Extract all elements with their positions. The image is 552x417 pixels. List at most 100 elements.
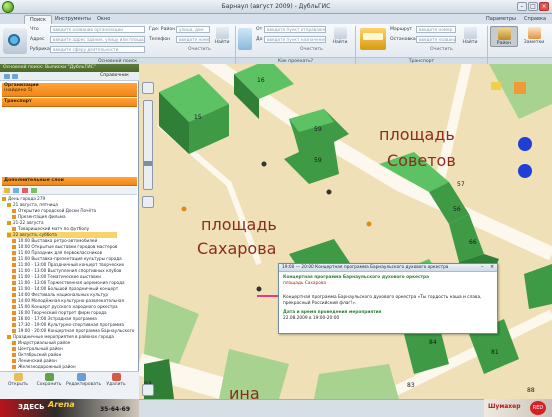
event-icon bbox=[12, 281, 16, 285]
edit-button[interactable]: Редактировать bbox=[66, 373, 101, 387]
ad-banner-right[interactable]: Шумахер RED bbox=[484, 399, 552, 417]
event-popup[interactable]: 19:00 — 20:00 Концертная программа Барна… bbox=[278, 263, 498, 334]
ad-phone: 35-64-69 bbox=[100, 406, 131, 413]
notes-button[interactable]: Заметки bbox=[520, 26, 548, 45]
find-route-button[interactable]: Найти bbox=[330, 26, 350, 45]
forward-icon[interactable] bbox=[12, 74, 18, 79]
addr-input[interactable]: введите адрес здания, улицу или площадь bbox=[50, 36, 145, 43]
popup-close-button[interactable]: × bbox=[490, 265, 496, 270]
group-route: Как проехать? bbox=[236, 57, 355, 64]
tree-item-label: Октябрьский район bbox=[18, 352, 62, 357]
tree-item-label: Ленинский район bbox=[18, 358, 57, 363]
maximize-button[interactable]: □ bbox=[528, 2, 538, 11]
poi-icon[interactable] bbox=[491, 82, 501, 90]
add-icon[interactable] bbox=[13, 188, 19, 193]
open-button[interactable]: Открыть bbox=[3, 373, 33, 387]
folder-icon bbox=[7, 203, 11, 207]
find-transport-button[interactable]: Найти bbox=[460, 26, 480, 45]
close-button[interactable]: × bbox=[539, 2, 549, 11]
remove-icon[interactable] bbox=[22, 188, 28, 193]
layers-tree: День города 279 21 августа, пятница Открыт… bbox=[2, 196, 137, 371]
minimize-button[interactable]: – bbox=[517, 2, 527, 11]
district-input[interactable]: улица, дом bbox=[176, 26, 210, 33]
section-organizations[interactable]: Организации (найдено 5) bbox=[2, 83, 137, 97]
tools-icon[interactable] bbox=[142, 384, 154, 396]
section-extra-layers[interactable]: Дополнительные слои bbox=[2, 177, 137, 186]
clear-transport-button[interactable]: Очистить bbox=[430, 47, 453, 52]
tree-item-label: Центральный район bbox=[18, 346, 63, 351]
folder-icon bbox=[7, 221, 11, 225]
from-label: От bbox=[256, 27, 263, 32]
popup-place[interactable]: площадь Сахарова bbox=[283, 281, 326, 286]
map-canvas[interactable]: 15 16 59 59 57 56 66 84 81 83 93 88 площ… bbox=[139, 64, 552, 399]
ribbon: Что введите название организации Адрес в… bbox=[0, 24, 552, 64]
find-transport-label: Найти bbox=[462, 40, 478, 45]
rubric-input[interactable]: введите сферу деятельности bbox=[50, 46, 145, 53]
pan-left-icon[interactable] bbox=[142, 82, 154, 94]
event-icon bbox=[12, 293, 16, 297]
params-link[interactable]: Параметры bbox=[486, 16, 516, 22]
stop-marker-icon[interactable] bbox=[518, 137, 532, 151]
tree-item-label: Открытие городской Доски Почёта bbox=[18, 208, 97, 213]
zoom-icon[interactable] bbox=[142, 196, 154, 208]
district-button[interactable]: Район bbox=[490, 26, 518, 47]
zoom-slider[interactable] bbox=[143, 100, 153, 190]
tree-item-label: 14:00 Фестиваль национальных культур bbox=[18, 292, 109, 297]
clear-search-button[interactable]: Очистить bbox=[188, 47, 211, 52]
tree-item-label: Железнодорожный район bbox=[18, 364, 76, 369]
find-route-label: Найти bbox=[332, 40, 348, 45]
from-input[interactable]: введите пункт отправления bbox=[264, 26, 326, 33]
event-icon bbox=[12, 311, 16, 315]
route-number-input[interactable]: введите номер bbox=[416, 26, 456, 33]
tree-item-label: 10:00 Открытые выставки городов мастеров bbox=[18, 244, 118, 249]
ad-right-brand: Шумахер bbox=[488, 403, 521, 410]
reference-dropdown[interactable]: Справочник bbox=[100, 73, 129, 78]
tab-window[interactable]: Окно bbox=[92, 15, 115, 24]
clear-route-button[interactable]: Очистить bbox=[300, 47, 323, 52]
new-folder-icon[interactable] bbox=[4, 188, 10, 193]
save-button[interactable]: Сохранить bbox=[34, 373, 64, 387]
event-icon bbox=[12, 365, 16, 369]
folder-icon bbox=[7, 233, 11, 237]
stop-marker-icon[interactable] bbox=[518, 164, 532, 178]
event-icon bbox=[12, 215, 16, 219]
tree-item-label: 14:00 Молодёжная культурно-развлекательн… bbox=[18, 298, 124, 303]
event-icon bbox=[12, 251, 16, 255]
tree-item-label: 11:00 Праздник для первоклассников bbox=[18, 250, 103, 255]
tab-search[interactable]: Поиск bbox=[24, 15, 52, 24]
tab-tools[interactable]: Инструменты bbox=[50, 15, 96, 24]
tree-item-label: 15:00 Концерт русского народного оркестр… bbox=[18, 304, 118, 309]
tree-item-label: 11:00 - 13:00 Выступления спортивных клу… bbox=[18, 268, 122, 273]
event-icon bbox=[12, 269, 16, 273]
search-tool-icon[interactable] bbox=[3, 28, 27, 54]
org-input[interactable]: введите название организации bbox=[50, 26, 145, 33]
phone-input[interactable]: введите номер bbox=[176, 36, 210, 43]
event-icon bbox=[12, 299, 16, 303]
tree-item-label: 11:00 - 14:00 Большой праздничный концер… bbox=[18, 286, 119, 291]
map-view[interactable]: 15 16 59 59 57 56 66 84 81 83 93 88 площ… bbox=[139, 64, 552, 399]
event-icon bbox=[12, 323, 16, 327]
ad-banner-left[interactable]: ЗДЕСЬ Arena 35-64-69 bbox=[0, 399, 139, 417]
tree-item-label: 21 августа, пятница bbox=[13, 202, 58, 207]
popup-header: 19:00 — 20:00 Концертная программа Барна… bbox=[279, 264, 497, 272]
building-number: 57 bbox=[457, 181, 465, 188]
event-icon bbox=[12, 245, 16, 249]
to-input[interactable]: введите пункт назначения bbox=[264, 36, 326, 43]
section-organizations-count: (найдено 5) bbox=[4, 88, 33, 93]
back-icon[interactable] bbox=[4, 74, 10, 79]
tree-item[interactable]: Железнодорожный район bbox=[12, 364, 76, 370]
stop-input[interactable]: введите название bbox=[416, 36, 456, 43]
title-bar: Барнаул (август 2009) - ДубльГИС – □ × bbox=[0, 0, 552, 14]
event-icon bbox=[12, 227, 16, 231]
find-button[interactable]: Найти bbox=[212, 26, 232, 45]
popup-minimize-button[interactable]: – bbox=[481, 265, 487, 270]
poi-icon[interactable] bbox=[514, 82, 526, 94]
section-transport[interactable]: Транспорт bbox=[2, 98, 137, 107]
event-icon bbox=[12, 275, 16, 279]
edit-icon[interactable] bbox=[31, 188, 37, 193]
delete-label: Удалить bbox=[106, 382, 126, 387]
delete-button[interactable]: Удалить bbox=[101, 373, 131, 387]
ad-brand: Arena bbox=[48, 400, 75, 409]
help-link[interactable]: Справка bbox=[524, 16, 546, 22]
stop-label: Остановка bbox=[390, 37, 416, 42]
